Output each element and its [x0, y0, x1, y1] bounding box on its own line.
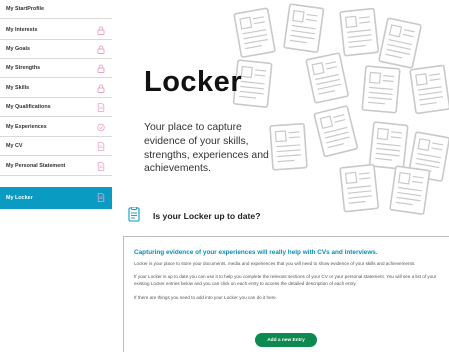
info-paragraph: Locker is your place to store your docum… — [134, 261, 416, 266]
sidebar-item-goals[interactable]: My Goals — [0, 40, 112, 59]
document-icon — [97, 162, 105, 171]
lock-icon — [97, 64, 105, 73]
lock-icon — [97, 45, 105, 54]
sidebar-item-qualifications[interactable]: My Qualifications — [0, 98, 112, 117]
locker-info-panel: Capturing evidence of your experiences w… — [123, 236, 449, 352]
page-title: Locker — [144, 66, 243, 98]
subtitle-line: Your place to capture — [144, 122, 242, 133]
sidebar-item-cv[interactable]: My CV — [0, 137, 112, 156]
sidebar-item-label: My CV — [6, 142, 23, 149]
subtitle-line: strengths, experiences and — [144, 149, 269, 161]
locker-status-heading: Is your Locker up to date? — [153, 211, 261, 221]
sidebar-item-skills[interactable]: My Skills — [0, 79, 112, 98]
checkmark-circle-icon — [97, 123, 105, 132]
sidebar-nav: My StartProfile My Interests My Goals My… — [0, 0, 112, 212]
sidebar-item-locker[interactable]: My Locker — [0, 187, 112, 209]
subtitle-line: achievements. — [144, 163, 211, 175]
sidebar-item-label: My Goals — [6, 45, 30, 52]
page-subtitle: Your place to capture evidence of your s… — [144, 121, 292, 176]
add-new-entry-button[interactable]: Add a new Entry — [255, 333, 317, 347]
info-heading: Capturing evidence of your experiences w… — [134, 249, 378, 256]
sidebar-item-label: My Locker — [6, 194, 33, 201]
sidebar-item-label: My Experiences — [6, 123, 47, 130]
sidebar-item-label: My Strengths — [6, 64, 41, 71]
documents-illustration — [232, 3, 449, 216]
sidebar-item-label: My Skills — [6, 84, 30, 91]
document-icon — [97, 103, 105, 112]
sidebar-item-personal-statement[interactable]: My Personal Statement — [0, 157, 112, 176]
sidebar-item-label: My Personal Statement — [6, 162, 66, 169]
lock-icon — [97, 26, 105, 35]
document-icon — [97, 142, 105, 151]
info-paragraph: If there are things you need to add into… — [134, 294, 278, 300]
sidebar-item-interests[interactable]: My Interests — [0, 21, 112, 40]
document-icon — [97, 193, 105, 202]
sidebar-item-label: My Interests — [6, 26, 38, 33]
checklist-document-icon — [128, 207, 140, 222]
sidebar-item-experiences[interactable]: My Experiences — [0, 118, 112, 137]
sidebar-item-label: My Qualifications — [6, 103, 51, 110]
sidebar-item-label: My StartProfile — [6, 5, 45, 12]
info-paragraph: If your Locker is up to date you can use… — [134, 274, 437, 287]
subtitle-line: evidence of your skills, — [144, 135, 249, 147]
sidebar-item-startprofile[interactable]: My StartProfile — [0, 0, 112, 19]
sidebar-item-strengths[interactable]: My Strengths — [0, 59, 112, 78]
lock-icon — [97, 84, 105, 93]
